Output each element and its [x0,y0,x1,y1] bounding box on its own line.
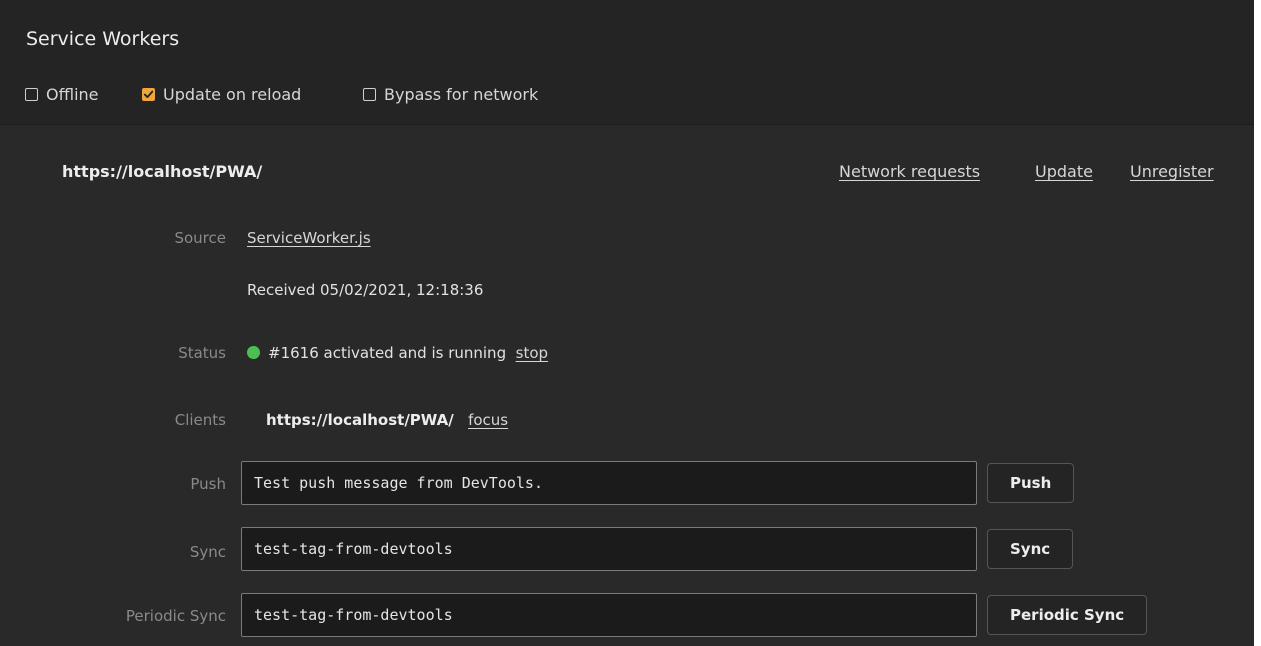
push-label: Push [190,475,226,493]
network-requests-link[interactable]: Network requests [839,162,980,181]
offline-option[interactable]: Offline [25,84,99,104]
status-text: #1616 activated and is running [268,344,507,362]
worker-scope-url: https://localhost/PWA/ [62,162,263,181]
focus-link[interactable]: focus [468,411,508,429]
running-status-dot-icon [247,346,260,359]
received-timestamp: Received 05/02/2021, 12:18:36 [247,281,484,299]
periodic-sync-tag-input[interactable] [241,593,977,637]
periodic-sync-label: Periodic Sync [125,607,226,625]
push-message-input[interactable] [241,461,977,505]
service-workers-panel: Service Workers Offline Update on reload… [0,0,1254,646]
update-on-reload-label: Update on reload [163,84,302,104]
bypass-for-network-option[interactable]: Bypass for network [363,84,538,104]
periodic-sync-button[interactable]: Periodic Sync [987,595,1148,635]
stop-link[interactable]: stop [516,344,548,362]
unregister-link[interactable]: Unregister [1130,162,1214,181]
clients-label: Clients [174,411,226,429]
clients-value: https://localhost/PWA/ focus [266,411,508,429]
update-on-reload-option[interactable]: Update on reload [142,84,301,104]
update-on-reload-checkbox[interactable] [142,87,155,101]
source-label: Source [174,229,226,247]
sync-button[interactable]: Sync [987,529,1074,569]
sync-tag-input[interactable] [241,527,977,571]
push-button[interactable]: Push [987,463,1075,503]
offline-label: Offline [46,84,99,104]
bypass-for-network-checkbox[interactable] [363,87,376,101]
bypass-for-network-label: Bypass for network [384,84,539,104]
panel-title: Service Workers [26,28,180,50]
status-label: Status [178,344,226,362]
source-file-link[interactable]: ServiceWorker.js [247,229,371,247]
panel-header: Service Workers Offline Update on reload… [0,0,1254,124]
update-link[interactable]: Update [1035,162,1093,181]
client-url: https://localhost/PWA/ [266,411,454,429]
offline-checkbox[interactable] [25,87,38,101]
checkmark-icon [143,90,154,98]
sync-label: Sync [189,543,226,561]
status-value: #1616 activated and is running stop [247,344,548,362]
